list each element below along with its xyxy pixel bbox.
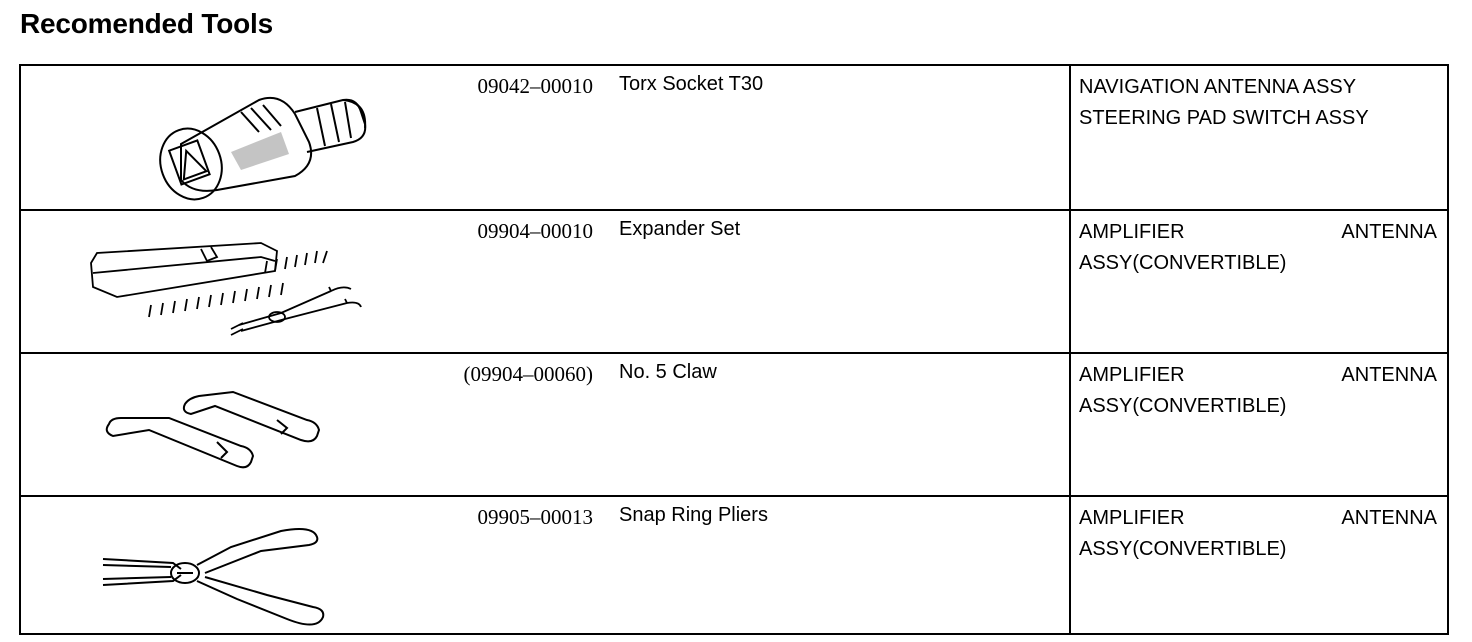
snap-ring-pliers-icon	[102, 528, 325, 626]
usage-line: NAVIGATION ANTENNA ASSY	[1079, 76, 1357, 98]
usage-line: AMPLIFIER ANTENNA	[1079, 364, 1437, 386]
part-number: 09042–00010	[477, 74, 594, 98]
usage-line: ASSY(CONVERTIBLE)	[1079, 252, 1287, 274]
tool-usage: AMPLIFIER ANTENNA ASSY(CONVERTIBLE)	[1079, 217, 1437, 279]
tool-usage: NAVIGATION ANTENNA ASSY STEERING PAD SWI…	[1079, 72, 1437, 134]
usage-line: AMPLIFIER ANTENNA	[1079, 507, 1437, 529]
usage-line: ASSY(CONVERTIBLE)	[1079, 395, 1287, 417]
tool-name: Expander Set	[619, 218, 741, 240]
table-row: 09905–00013 Snap Ring Pliers AMPLIFIER A…	[21, 495, 1447, 635]
tool-usage: AMPLIFIER ANTENNA ASSY(CONVERTIBLE)	[1079, 503, 1437, 565]
column-divider	[1069, 354, 1071, 497]
part-number: (09904–00060)	[463, 362, 594, 386]
table-row: 09904–00010 Expander Set AMPLIFIER ANTEN…	[21, 209, 1447, 354]
part-number: 09904–00010	[477, 219, 594, 243]
part-number: 09905–00013	[477, 505, 594, 529]
claw-icon	[105, 390, 321, 469]
torx-socket-icon	[159, 96, 367, 201]
usage-line: ASSY(CONVERTIBLE)	[1079, 538, 1287, 560]
column-divider	[1069, 497, 1071, 635]
tool-name: No. 5 Claw	[619, 361, 717, 383]
usage-line: AMPLIFIER ANTENNA	[1079, 221, 1437, 243]
tool-usage: AMPLIFIER ANTENNA ASSY(CONVERTIBLE)	[1079, 360, 1437, 422]
page-title: Recomended Tools	[20, 8, 273, 39]
column-divider	[1069, 211, 1071, 354]
table-row: 09042–00010 Torx Socket T30 NAVIGATION A…	[21, 66, 1447, 209]
tool-name: Torx Socket T30	[619, 73, 764, 95]
tool-name: Snap Ring Pliers	[619, 504, 768, 526]
usage-line: STEERING PAD SWITCH ASSY	[1079, 107, 1369, 129]
tools-table: 09042–00010 Torx Socket T30 NAVIGATION A…	[19, 64, 1449, 635]
expander-set-icon	[90, 242, 362, 336]
column-divider	[1069, 66, 1071, 209]
table-row: (09904–00060) No. 5 Claw AMPLIFIER ANTEN…	[21, 352, 1447, 497]
